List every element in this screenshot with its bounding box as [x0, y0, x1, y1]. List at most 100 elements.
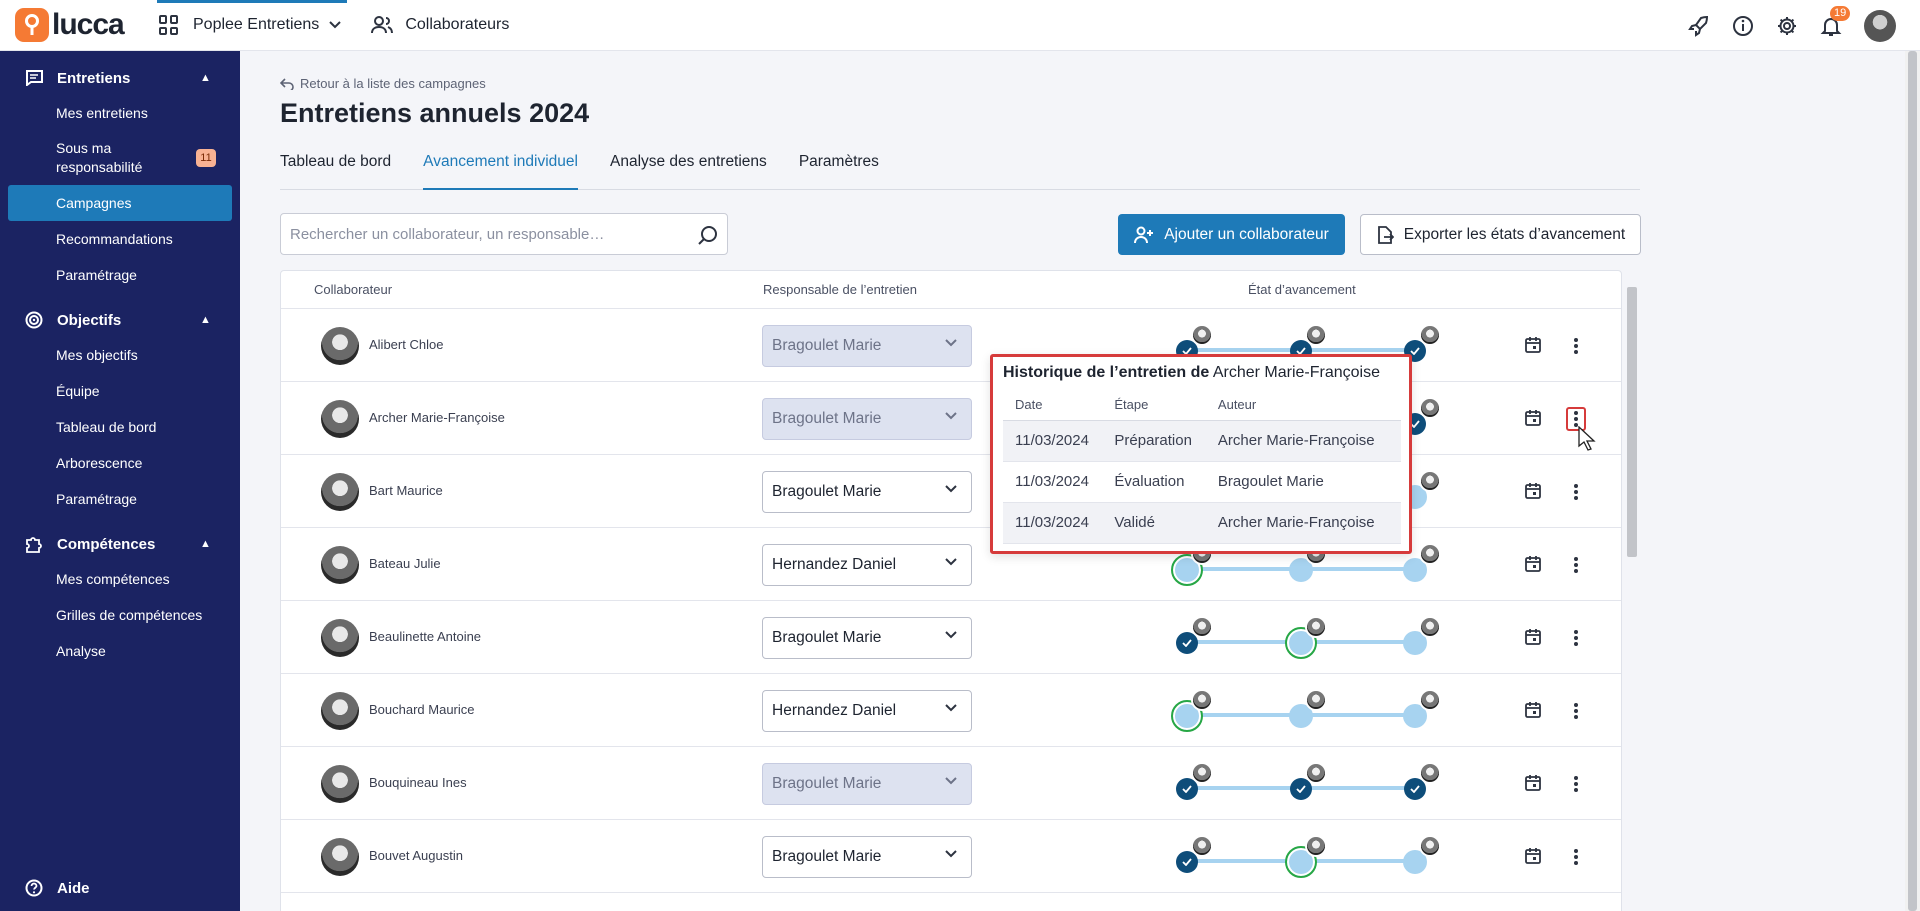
table-scrollbar[interactable]: [1626, 275, 1638, 911]
collaborators-link[interactable]: Collaborateurs: [371, 15, 509, 35]
more-options-icon[interactable]: [1566, 334, 1586, 358]
collaborator-name[interactable]: Beaulinette Antoine: [369, 629, 481, 644]
collaborator-name[interactable]: Bateau Julie: [369, 556, 441, 571]
gear-icon[interactable]: [1776, 15, 1798, 37]
help-icon: [25, 879, 43, 897]
more-options-icon[interactable]: [1566, 480, 1586, 504]
table-row[interactable]: Bart Maurice Bragoulet Marie: [281, 455, 1621, 528]
column-header-collaborator[interactable]: Collaborateur: [314, 282, 392, 297]
sidebar-item-recommandations[interactable]: Recommandations: [0, 221, 240, 257]
table-row[interactable]: Bouvet Augustin Bragoulet Marie: [281, 820, 1621, 893]
step-owner-avatar: [1419, 324, 1441, 346]
calendar-icon[interactable]: [1524, 555, 1542, 573]
sidebar-item-mes-competences[interactable]: Mes compétences: [0, 561, 240, 597]
table-row[interactable]: Archer Marie-Françoise Bragoulet Marie: [281, 382, 1621, 455]
sidebar-section-objectifs[interactable]: Objectifs ▲: [0, 303, 240, 337]
more-options-icon[interactable]: [1566, 626, 1586, 650]
tab-avancement-individuel[interactable]: Avancement individuel: [423, 150, 578, 190]
page-scrollbar-thumb[interactable]: [1908, 51, 1917, 911]
sidebar-item-parametrage[interactable]: Paramétrage: [0, 257, 240, 293]
sidebar-item-grilles-de-competences[interactable]: Grilles de compétences: [0, 597, 240, 633]
add-user-icon: [1134, 226, 1154, 243]
section-label: Entretiens: [57, 69, 131, 87]
bell-icon[interactable]: 19: [1820, 5, 1851, 37]
step-owner-avatar: [1191, 324, 1213, 346]
collaborator-name[interactable]: Bart Maurice: [369, 483, 443, 498]
table-row[interactable]: Bateau Julie Hernandez Daniel: [281, 528, 1621, 601]
more-options-icon[interactable]: [1566, 845, 1586, 869]
collaborators-label: Collaborateurs: [405, 16, 510, 33]
table-row[interactable]: Bouquineau Ines Bragoulet Marie: [281, 747, 1621, 820]
mouse-cursor-icon: [1578, 426, 1596, 451]
search-icon[interactable]: [697, 224, 719, 246]
tab-analyse-des-entretiens[interactable]: Analyse des entretiens: [610, 150, 767, 190]
sidebar-item-sous-ma-responsabilite[interactable]: Sous ma responsabilité 11: [0, 131, 240, 185]
sidebar-item-mes-objectifs[interactable]: Mes objectifs: [0, 337, 240, 373]
manager-select[interactable]: Bragoulet Marie: [762, 471, 972, 513]
manager-name: Hernandez Daniel: [772, 702, 897, 719]
collaborator-name[interactable]: Bouvet Augustin: [369, 848, 463, 863]
back-to-campaigns-link[interactable]: Retour à la liste des campagnes: [280, 76, 486, 91]
sidebar-item-equipe[interactable]: Équipe: [0, 373, 240, 409]
tab-parametres[interactable]: Paramètres: [799, 150, 879, 190]
history-date: 11/03/2024: [1003, 461, 1103, 503]
manager-select[interactable]: Bragoulet Marie: [762, 617, 972, 659]
table-row[interactable]: Beaulinette Antoine Bragoulet Marie: [281, 601, 1621, 674]
collaborator-name[interactable]: Bouquineau Ines: [369, 775, 467, 790]
calendar-icon[interactable]: [1524, 336, 1542, 354]
sidebar-section-competences[interactable]: Compétences ▲: [0, 527, 240, 561]
history-step: Validé: [1102, 502, 1206, 544]
nav-label: Équipe: [56, 383, 100, 399]
rocket-icon[interactable]: [1688, 15, 1710, 37]
export-progress-button[interactable]: Exporter les états d’avancement: [1360, 214, 1641, 255]
calendar-icon[interactable]: [1524, 482, 1542, 500]
collaborator-name[interactable]: Alibert Chloe: [369, 337, 443, 352]
page-title: Entretiens annuels 2024: [280, 98, 590, 128]
tab-tableau-de-bord[interactable]: Tableau de bord: [280, 150, 391, 190]
column-header-progress[interactable]: État d’avancement: [1248, 282, 1356, 297]
sidebar-item-parametrage-objectifs[interactable]: Paramétrage: [0, 481, 240, 517]
user-avatar[interactable]: [1864, 9, 1896, 42]
manager-name: Bragoulet Marie: [772, 337, 882, 354]
nav-label: Campagnes: [56, 195, 132, 211]
help-link[interactable]: Aide: [25, 879, 90, 897]
table-row[interactable]: Alibert Chloe Bragoulet Marie: [281, 309, 1621, 382]
step-owner-avatar: [1419, 689, 1441, 711]
manager-select[interactable]: Hernandez Daniel: [762, 690, 972, 732]
history-table: Date Étape Auteur 11/03/2024 Préparation A…: [1003, 390, 1401, 544]
sidebar-item-arborescence[interactable]: Arborescence: [0, 445, 240, 481]
page-scrollbar[interactable]: [1905, 51, 1920, 911]
sidebar-item-tableau-de-bord[interactable]: Tableau de bord: [0, 409, 240, 445]
sidebar-item-analyse[interactable]: Analyse: [0, 633, 240, 669]
sidebar-item-mes-entretiens[interactable]: Mes entretiens: [0, 95, 240, 131]
add-button-label: Ajouter un collaborateur: [1164, 225, 1329, 243]
search-input[interactable]: [290, 225, 690, 243]
calendar-icon[interactable]: [1524, 409, 1542, 427]
lucca-logo[interactable]: lucca: [15, 8, 135, 42]
info-icon[interactable]: [1732, 15, 1754, 37]
chevron-down-icon: [945, 558, 957, 566]
app-switcher[interactable]: Poplee Entretiens: [156, 0, 348, 51]
manager-select[interactable]: Hernandez Daniel: [762, 544, 972, 586]
calendar-icon[interactable]: [1524, 628, 1542, 646]
sidebar-section-entretiens[interactable]: Entretiens ▲: [0, 61, 240, 95]
table-scrollbar-thumb[interactable]: [1627, 287, 1637, 557]
more-options-icon[interactable]: [1566, 699, 1586, 723]
people-icon: [371, 16, 394, 34]
sidebar-item-campagnes[interactable]: Campagnes: [8, 185, 232, 221]
search-field[interactable]: [280, 213, 728, 255]
column-header-manager[interactable]: Responsable de l’entretien: [763, 282, 917, 297]
add-collaborator-button[interactable]: Ajouter un collaborateur: [1118, 214, 1345, 255]
more-options-icon[interactable]: [1566, 553, 1586, 577]
calendar-icon[interactable]: [1524, 774, 1542, 792]
calendar-icon[interactable]: [1524, 847, 1542, 865]
collaborator-name[interactable]: Bouchard Maurice: [369, 702, 475, 717]
more-options-icon[interactable]: [1566, 772, 1586, 796]
nav-label: Grilles de compétences: [56, 607, 203, 623]
progress-tracker: [1171, 616, 1441, 659]
calendar-icon[interactable]: [1524, 701, 1542, 719]
manager-select[interactable]: Bragoulet Marie: [762, 836, 972, 878]
avatar: [321, 765, 359, 803]
collaborator-name[interactable]: Archer Marie-Françoise: [369, 410, 505, 425]
table-row[interactable]: Bouchard Maurice Hernandez Daniel: [281, 674, 1621, 747]
